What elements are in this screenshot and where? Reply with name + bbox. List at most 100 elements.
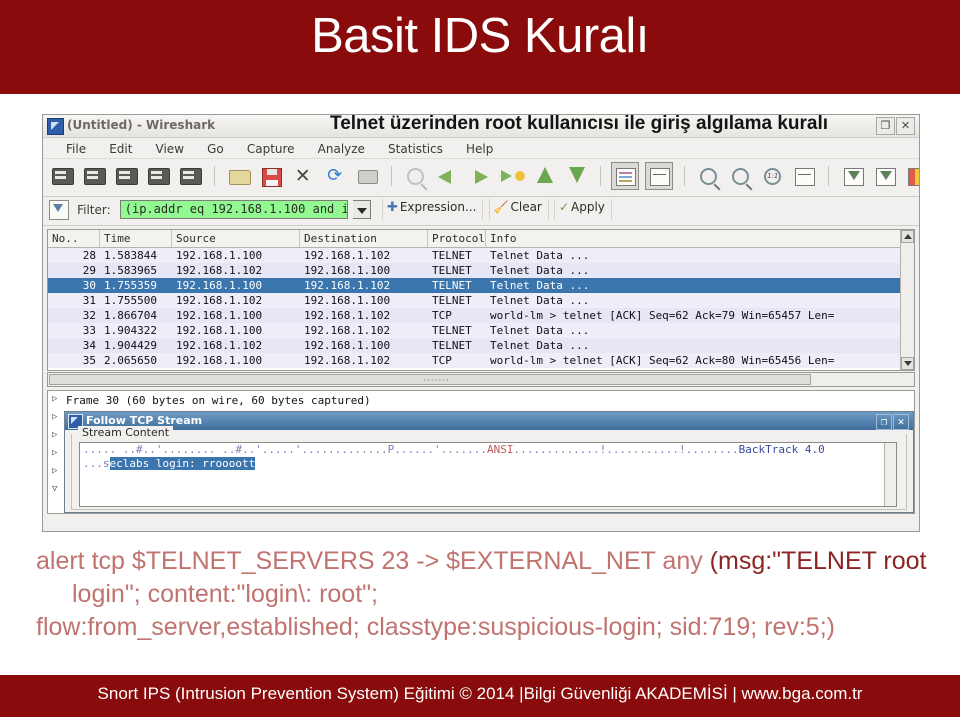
follow-close-button[interactable]: ✕ <box>893 414 909 430</box>
follow-restore-button[interactable]: ❐ <box>876 414 892 430</box>
table-row[interactable]: 34 1.904429 192.168.1.102 192.168.1.100 … <box>48 338 914 353</box>
go-last-packet-icon[interactable] <box>563 163 589 189</box>
colorize-packet-list-icon[interactable] <box>610 162 639 190</box>
filter-history-dropdown[interactable] <box>352 200 371 219</box>
column-header-no[interactable]: No.. <box>48 230 100 247</box>
resize-columns-icon[interactable] <box>791 163 817 189</box>
table-row-selected[interactable]: 30 1.755359 192.168.1.100 192.168.1.102 … <box>48 278 914 293</box>
go-first-packet-icon[interactable] <box>531 163 557 189</box>
rule-line1-options: (msg:"TELNET root <box>709 547 927 575</box>
packet-list-vertical-scrollbar[interactable] <box>900 230 914 370</box>
broom-icon: 🧹 <box>493 200 509 214</box>
print-icon[interactable] <box>354 163 380 189</box>
expand-triangle-icon[interactable]: ▷ <box>52 413 61 422</box>
stream-content-textarea[interactable]: ..... ..#..'........ ..#..'.....'.......… <box>79 442 897 507</box>
column-header-protocol[interactable]: Protocol <box>428 230 486 247</box>
overlay-caption-text: Telnet üzerinden root kullanıcısı ile gi… <box>330 113 829 134</box>
column-header-time[interactable]: Time <box>100 230 172 247</box>
filter-funnel-icon[interactable] <box>49 199 69 220</box>
reload-file-icon[interactable]: ⟳ <box>322 163 348 189</box>
packet-detail-pane[interactable]: ▷ ▷ ▷ ▷ ▷ ▽ Frame 30 (60 bytes on wire, … <box>47 390 915 514</box>
capture-filters-icon[interactable] <box>840 163 866 189</box>
apply-label: Apply <box>571 200 605 214</box>
table-row[interactable]: 35 2.065650 192.168.1.100 192.168.1.102 … <box>48 353 914 368</box>
go-forward-icon[interactable] <box>466 163 492 189</box>
capture-options-icon[interactable] <box>81 163 107 189</box>
menu-edit[interactable]: Edit <box>100 140 141 156</box>
column-header-info[interactable]: Info <box>486 230 914 247</box>
snort-rule-line-2: login"; content:"login\: root"; <box>72 580 378 608</box>
auto-scroll-icon[interactable] <box>644 162 673 190</box>
expand-triangle-icon[interactable]: ▷ <box>52 431 61 440</box>
capture-start-icon[interactable] <box>113 163 139 189</box>
coloring-rules-icon[interactable] <box>904 163 919 189</box>
capture-stop-icon[interactable] <box>145 163 171 189</box>
packet-protocol: TELNET <box>432 264 472 277</box>
toolbar-separator <box>683 166 685 186</box>
apply-filter-button[interactable]: ✓ Apply <box>553 199 612 220</box>
expand-triangle-icon[interactable]: ▷ <box>52 449 61 458</box>
frame-summary-line[interactable]: Frame 30 (60 bytes on wire, 60 bytes cap… <box>66 394 371 407</box>
zoom-out-icon[interactable] <box>727 163 753 189</box>
table-row[interactable]: 29 1.583965 192.168.1.102 192.168.1.100 … <box>48 263 914 278</box>
filter-label: Filter: <box>77 202 111 217</box>
menu-statistics[interactable]: Statistics <box>379 140 452 156</box>
close-window-button[interactable]: ✕ <box>896 117 915 135</box>
table-row[interactable]: 32 1.866704 192.168.1.100 192.168.1.102 … <box>48 308 914 323</box>
zoom-in-icon[interactable] <box>695 163 721 189</box>
stream-line1-dots2: .............!...........!........ <box>513 443 739 456</box>
packet-list-header: No.. Time Source Destination Protocol In… <box>48 230 914 248</box>
find-packet-icon[interactable] <box>402 163 428 189</box>
table-row[interactable]: 33 1.904322 192.168.1.100 192.168.1.102 … <box>48 323 914 338</box>
display-filters-icon[interactable] <box>872 163 898 189</box>
expand-triangle-icon[interactable]: ▷ <box>52 467 61 476</box>
save-file-icon[interactable] <box>258 163 284 189</box>
packet-destination: 192.168.1.100 <box>304 264 391 277</box>
go-back-icon[interactable] <box>434 163 460 189</box>
packet-source: 192.168.1.100 <box>176 354 263 367</box>
column-header-source[interactable]: Source <box>172 230 300 247</box>
menu-capture[interactable]: Capture <box>238 140 304 156</box>
packet-source: 192.168.1.100 <box>176 249 263 262</box>
scroll-up-arrow-icon[interactable] <box>901 230 914 243</box>
menu-analyze[interactable]: Analyze <box>309 140 374 156</box>
menu-view[interactable]: View <box>147 140 193 156</box>
packet-protocol: TELNET <box>432 339 472 352</box>
packet-info: Telnet Data ... <box>490 324 590 337</box>
close-file-icon[interactable]: ✕ <box>290 163 316 189</box>
capture-restart-icon[interactable] <box>177 163 203 189</box>
packet-list-horizontal-scrollbar[interactable]: ······· <box>47 372 915 387</box>
stream-line1-ansi: ANSI <box>486 443 514 456</box>
stream-vertical-scrollbar[interactable] <box>884 443 896 506</box>
collapse-triangle-icon[interactable]: ▽ <box>52 485 61 494</box>
packet-protocol: TCP <box>432 309 452 322</box>
table-row[interactable]: 31 1.755500 192.168.1.102 192.168.1.100 … <box>48 293 914 308</box>
pane-resize-grip[interactable]: ······· <box>423 376 450 386</box>
table-row[interactable]: 28 1.583844 192.168.1.100 192.168.1.102 … <box>48 248 914 263</box>
menu-file[interactable]: File <box>57 140 95 156</box>
filter-input[interactable]: (ip.addr eq 192.168.1.100 and ip.addr eq… <box>119 200 348 219</box>
expand-triangle-icon[interactable]: ▷ <box>52 395 61 404</box>
packet-destination: 192.168.1.102 <box>304 354 391 367</box>
menu-go[interactable]: Go <box>198 140 233 156</box>
packet-source: 192.168.1.100 <box>176 279 263 292</box>
plus-icon: ✚ <box>386 200 398 215</box>
packet-destination: 192.168.1.102 <box>304 309 391 322</box>
go-to-packet-icon[interactable] <box>498 163 526 189</box>
wireshark-logo-icon <box>47 118 64 135</box>
packet-time: 1.904429 <box>104 339 157 352</box>
packet-info: Telnet Data ... <box>490 294 590 307</box>
expression-button[interactable]: ✚ Expression... <box>381 199 484 220</box>
zoom-normal-icon[interactable]: 1:1 <box>759 163 785 189</box>
packet-list-pane[interactable]: No.. Time Source Destination Protocol In… <box>47 229 915 371</box>
clear-label: Clear <box>510 200 542 214</box>
open-file-icon[interactable] <box>226 163 252 189</box>
column-header-destination[interactable]: Destination <box>300 230 428 247</box>
capture-interfaces-icon[interactable] <box>49 163 75 189</box>
clear-filter-button[interactable]: 🧹 Clear <box>488 199 549 220</box>
scroll-down-arrow-icon[interactable] <box>901 357 914 370</box>
page-title: Basit IDS Kuralı <box>311 9 649 63</box>
toolbar-separator <box>391 166 393 186</box>
packet-info: Telnet Data ... <box>490 249 590 262</box>
menu-help[interactable]: Help <box>457 140 502 156</box>
